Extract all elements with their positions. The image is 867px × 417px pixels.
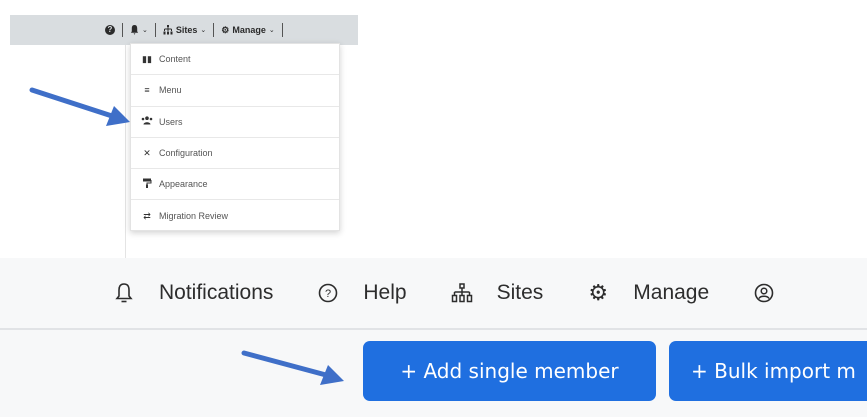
- dropdown-item-users[interactable]: Users: [131, 107, 339, 138]
- manage-dropdown: ▮▮ Content ≡ Menu Users ✕ Configuration …: [130, 43, 340, 231]
- dropdown-item-label: Configuration: [159, 148, 213, 159]
- dropdown-item-appearance[interactable]: Appearance: [131, 169, 339, 201]
- divider: [154, 23, 156, 37]
- dropdown-item-label: Menu: [159, 85, 182, 96]
- divider: [122, 23, 123, 37]
- dropdown-item-label: Appearance: [159, 179, 208, 190]
- dropdown-item-label: Migration Review: [159, 211, 229, 222]
- add-single-member-button[interactable]: + Add single member: [363, 341, 656, 401]
- top-navbar: ? ⌄ Sites ⌄ ⚙ Manage ⌄: [10, 15, 358, 45]
- dropdown-item-content[interactable]: ▮▮ Content: [131, 44, 339, 76]
- nav-notifications[interactable]: Notifications: [113, 281, 317, 305]
- help-icon[interactable]: ?: [105, 25, 115, 35]
- sites-label: Sites: [496, 281, 544, 304]
- sidebar-edge: [125, 45, 126, 260]
- dropdown-item-configuration[interactable]: ✕ Configuration: [131, 138, 339, 170]
- wrench-icon: ✕: [143, 147, 151, 158]
- nav-help[interactable]: ? Help: [317, 281, 450, 305]
- book-icon: ▮▮: [142, 53, 152, 64]
- dropdown-item-menu[interactable]: ≡ Menu: [131, 75, 339, 107]
- sites-label: Sites: [175, 25, 198, 35]
- chevron-down-icon: ⌄: [268, 27, 275, 34]
- dropdown-item-label: Users: [159, 116, 183, 127]
- help-icon: ?: [317, 282, 339, 304]
- bell-icon: [113, 282, 135, 304]
- help-label: Help: [363, 281, 407, 304]
- bell-icon: [130, 25, 139, 35]
- hamburger-icon: ≡: [144, 85, 150, 96]
- bulk-import-button[interactable]: + Bulk import m: [669, 341, 867, 401]
- dropdown-item-migration-review[interactable]: ⇄ Migration Review: [131, 200, 339, 231]
- arrows-swap-icon: ⇄: [143, 210, 151, 221]
- gear-icon: ⚙: [588, 280, 609, 305]
- users-icon: [141, 116, 153, 127]
- gear-icon: ⚙: [221, 24, 230, 35]
- divider: [213, 23, 215, 37]
- manage-label: Manage: [633, 281, 710, 304]
- arrow-annotation: [29, 87, 130, 126]
- notifications-menu[interactable]: ⌄: [130, 25, 148, 35]
- user-icon: [753, 282, 775, 304]
- chevron-down-icon: ⌄: [200, 27, 207, 34]
- dropdown-item-label: Content: [159, 54, 191, 65]
- main-navbar: Notifications ? Help Sites ⚙ Manage: [0, 258, 867, 328]
- notifications-label: Notifications: [159, 281, 274, 304]
- sitemap-icon: [163, 25, 173, 35]
- nav-sites[interactable]: Sites: [451, 281, 588, 305]
- nav-account[interactable]: [753, 282, 799, 304]
- svg-text:?: ?: [325, 288, 331, 300]
- manage-label: Manage: [232, 25, 266, 35]
- manage-menu[interactable]: ⚙ Manage ⌄: [221, 25, 274, 36]
- sitemap-icon: [451, 282, 473, 304]
- chevron-down-icon: ⌄: [142, 27, 148, 34]
- sites-menu[interactable]: Sites ⌄: [163, 25, 206, 35]
- paint-roller-icon: [141, 178, 153, 190]
- divider: [281, 23, 283, 37]
- nav-manage[interactable]: ⚙ Manage: [587, 280, 753, 305]
